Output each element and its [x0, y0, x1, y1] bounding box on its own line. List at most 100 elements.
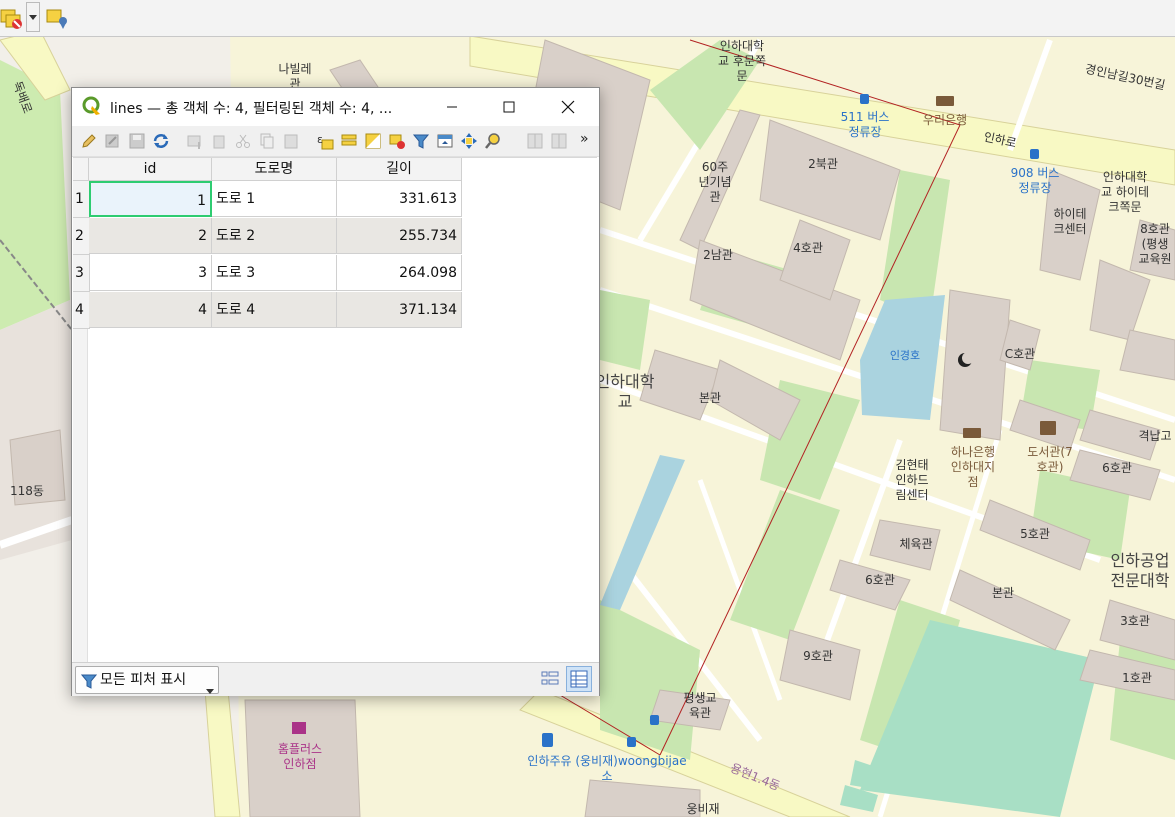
map-label-main-hall: 본관	[698, 391, 722, 405]
select-location-icon[interactable]	[46, 6, 70, 30]
map-label-ingyeongho: 인경호	[889, 349, 921, 362]
corner-header[interactable]	[73, 158, 89, 181]
map-label-bldg8: 8호관 (평생 교육원	[1138, 222, 1172, 266]
multi-edit-icon[interactable]	[104, 132, 122, 150]
zoom-to-selection-icon[interactable]	[484, 132, 502, 150]
map-label-inha-univ: 인하대학 교	[595, 372, 655, 411]
reload-icon[interactable]	[152, 132, 170, 150]
qgis-logo-icon	[82, 96, 102, 116]
form-view-button[interactable]	[538, 667, 562, 691]
select-all-icon[interactable]	[340, 132, 358, 150]
map-label-bldg2s: 2남관	[703, 248, 733, 262]
map-label-bldg6-east: 6호관	[1102, 461, 1132, 475]
row-header[interactable]: 3	[73, 255, 90, 292]
map-label-bldg1: 1호관	[1122, 671, 1152, 685]
row-header[interactable]: 4	[73, 292, 90, 329]
window-titlebar[interactable]: lines — 총 객체 수: 4, 필터링된 객체 수: 4, ...	[72, 88, 599, 126]
table-cell-length[interactable]: 255.734	[337, 218, 462, 254]
table-cell-length[interactable]: 371.134	[337, 292, 462, 328]
table-cell-road-name[interactable]: 도로 4	[212, 292, 337, 328]
maximize-icon	[503, 101, 515, 113]
map-label-gym: 체육관	[899, 537, 933, 551]
deselect-all-icon[interactable]	[388, 132, 406, 150]
map-label-bldg3: 3호관	[1120, 614, 1150, 628]
map-label-library: 도서관(7 호관)	[1027, 445, 1073, 474]
filter-icon	[80, 672, 98, 689]
map-label-bldg60: 60주 년기념 관	[698, 160, 732, 204]
chevron-down-icon	[206, 677, 214, 703]
column-header-id[interactable]: id	[89, 158, 212, 181]
attribute-bottom-bar: 모든 피처 표시	[72, 662, 599, 696]
save-edits-icon[interactable]	[128, 132, 146, 150]
table-cell-id[interactable]: 4	[89, 292, 212, 328]
form-view-icon	[541, 671, 559, 685]
map-label-woori-bank: 우리은행	[922, 113, 968, 127]
row-header[interactable]: 2	[73, 218, 90, 255]
row-header[interactable]: 1	[73, 181, 90, 218]
map-label-hana-bank: 하나은행 인하대지 점	[950, 445, 996, 489]
column-header-road-name[interactable]: 도로명	[212, 158, 337, 181]
svg-text:ε: ε	[317, 133, 323, 146]
table-cell-length[interactable]: 264.098	[337, 255, 462, 291]
map-label-gas-station: 인하주유 (웅비재)woongbijae 소	[527, 754, 687, 783]
table-cell-length[interactable]: 331.613	[337, 181, 462, 217]
close-button[interactable]	[545, 88, 591, 126]
map-label-woongbijae: 웅비재	[686, 802, 720, 816]
map-label-inha-back-gate: 인하대학 교 후문쪽 문	[718, 39, 766, 83]
table-view-icon	[570, 670, 588, 688]
table-cell-id[interactable]: 3	[89, 255, 212, 291]
map-label-bldg2n: 2북관	[808, 157, 838, 171]
map-label-main-hall-2: 본관	[991, 586, 1015, 600]
filter-icon[interactable]	[412, 132, 430, 150]
toggle-editing-icon[interactable]	[80, 132, 98, 150]
paste-icon[interactable]	[282, 132, 300, 150]
add-feature-icon[interactable]	[186, 132, 204, 150]
map-label-bldg5: 5호관	[1020, 527, 1050, 541]
minimize-button[interactable]	[429, 88, 475, 126]
map-label-lifelong: 평생교 육관	[683, 691, 717, 720]
deselect-features-icon[interactable]	[0, 6, 24, 30]
window-title: lines — 총 객체 수: 4, 필터링된 객체 수: 4, ...	[110, 101, 393, 117]
table-cell-road-name[interactable]: 도로 1	[212, 181, 337, 217]
maximize-button[interactable]	[486, 88, 532, 126]
map-label-homeplus: 홈플러스 인하점	[277, 742, 323, 771]
chevron-down-icon[interactable]	[26, 2, 40, 32]
map-label-bldg6: 6호관	[865, 573, 895, 587]
copy-icon[interactable]	[258, 132, 276, 150]
row-header-gutter	[73, 329, 88, 663]
table-cell-id[interactable]: 2	[89, 218, 212, 254]
map-label-inha-tech: 인하공업 전문대학	[1110, 551, 1170, 590]
minimize-icon	[447, 106, 457, 108]
map-label-gyeokgap: 격납고	[1138, 429, 1172, 443]
column-header-length[interactable]: 길이	[337, 158, 462, 181]
table-cell-id[interactable]: 1	[89, 181, 212, 217]
table-cell-road-name[interactable]: 도로 3	[212, 255, 337, 291]
attribute-table: id 도로명 길이 1 1 도로 1 331.613 2 2 도로 2 255.…	[73, 157, 597, 663]
map-label-inha-hitech-gate: 인하대학 교 하이테 크쪽문	[1101, 170, 1149, 214]
map-label-bldg9: 9호관	[803, 649, 833, 663]
new-field-icon[interactable]	[526, 132, 544, 150]
map-label-bldg4: 4호관	[793, 241, 823, 255]
delete-field-icon[interactable]	[550, 132, 568, 150]
attribute-table-window: lines — 총 객체 수: 4, 필터링된 객체 수: 4, ... ε »	[71, 87, 600, 696]
filter-button-label: 모든 피처 표시	[100, 672, 187, 688]
move-selection-top-icon[interactable]	[436, 132, 454, 150]
more-tools-button[interactable]: »	[580, 131, 589, 147]
map-label-dong118: 118동	[10, 484, 44, 498]
invert-selection-icon[interactable]	[364, 132, 382, 150]
table-cell-road-name[interactable]: 도로 2	[212, 218, 337, 254]
delete-feature-icon[interactable]	[210, 132, 228, 150]
map-label-hitech-center: 하이테 크센터	[1053, 207, 1087, 236]
table-view-button[interactable]	[566, 666, 592, 692]
show-features-filter-button[interactable]: 모든 피처 표시	[75, 666, 219, 694]
map-label-bldgC: C호관	[1004, 347, 1036, 361]
map-label-bus-511: 511 버스 정류장	[840, 110, 890, 139]
main-toolbar	[0, 0, 1175, 37]
expression-select-icon[interactable]: ε	[316, 132, 334, 150]
close-icon	[561, 100, 575, 114]
map-label-bus-908: 908 버스 정류장	[1010, 166, 1060, 195]
attribute-toolbar: ε »	[72, 126, 599, 157]
cut-icon[interactable]	[234, 132, 252, 150]
pan-to-selection-icon[interactable]	[460, 132, 478, 150]
map-label-kimhyuntae: 김현태 인하드 림센터	[895, 458, 929, 502]
